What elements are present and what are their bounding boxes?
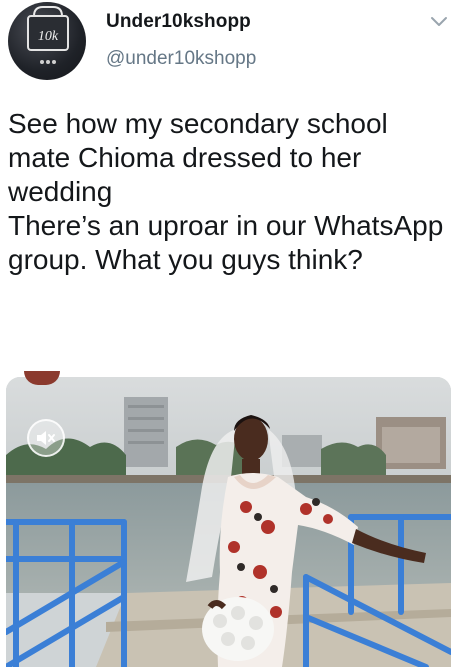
chevron-down-icon[interactable]: [428, 12, 450, 30]
svg-text:10k: 10k: [38, 29, 59, 44]
tweet-video[interactable]: [6, 377, 451, 667]
wedding-photo: [6, 377, 451, 667]
store-logo-icon: 10k: [27, 6, 69, 64]
tweet-text: See how my secondary school mate Chioma …: [8, 108, 444, 275]
mute-button[interactable]: [27, 419, 65, 457]
muted-speaker-icon: [37, 431, 55, 445]
author-avatar[interactable]: 10k: [8, 2, 86, 80]
author-handle[interactable]: @under10kshopp: [106, 48, 256, 70]
author-display-name[interactable]: Under10kshopp: [106, 11, 251, 33]
